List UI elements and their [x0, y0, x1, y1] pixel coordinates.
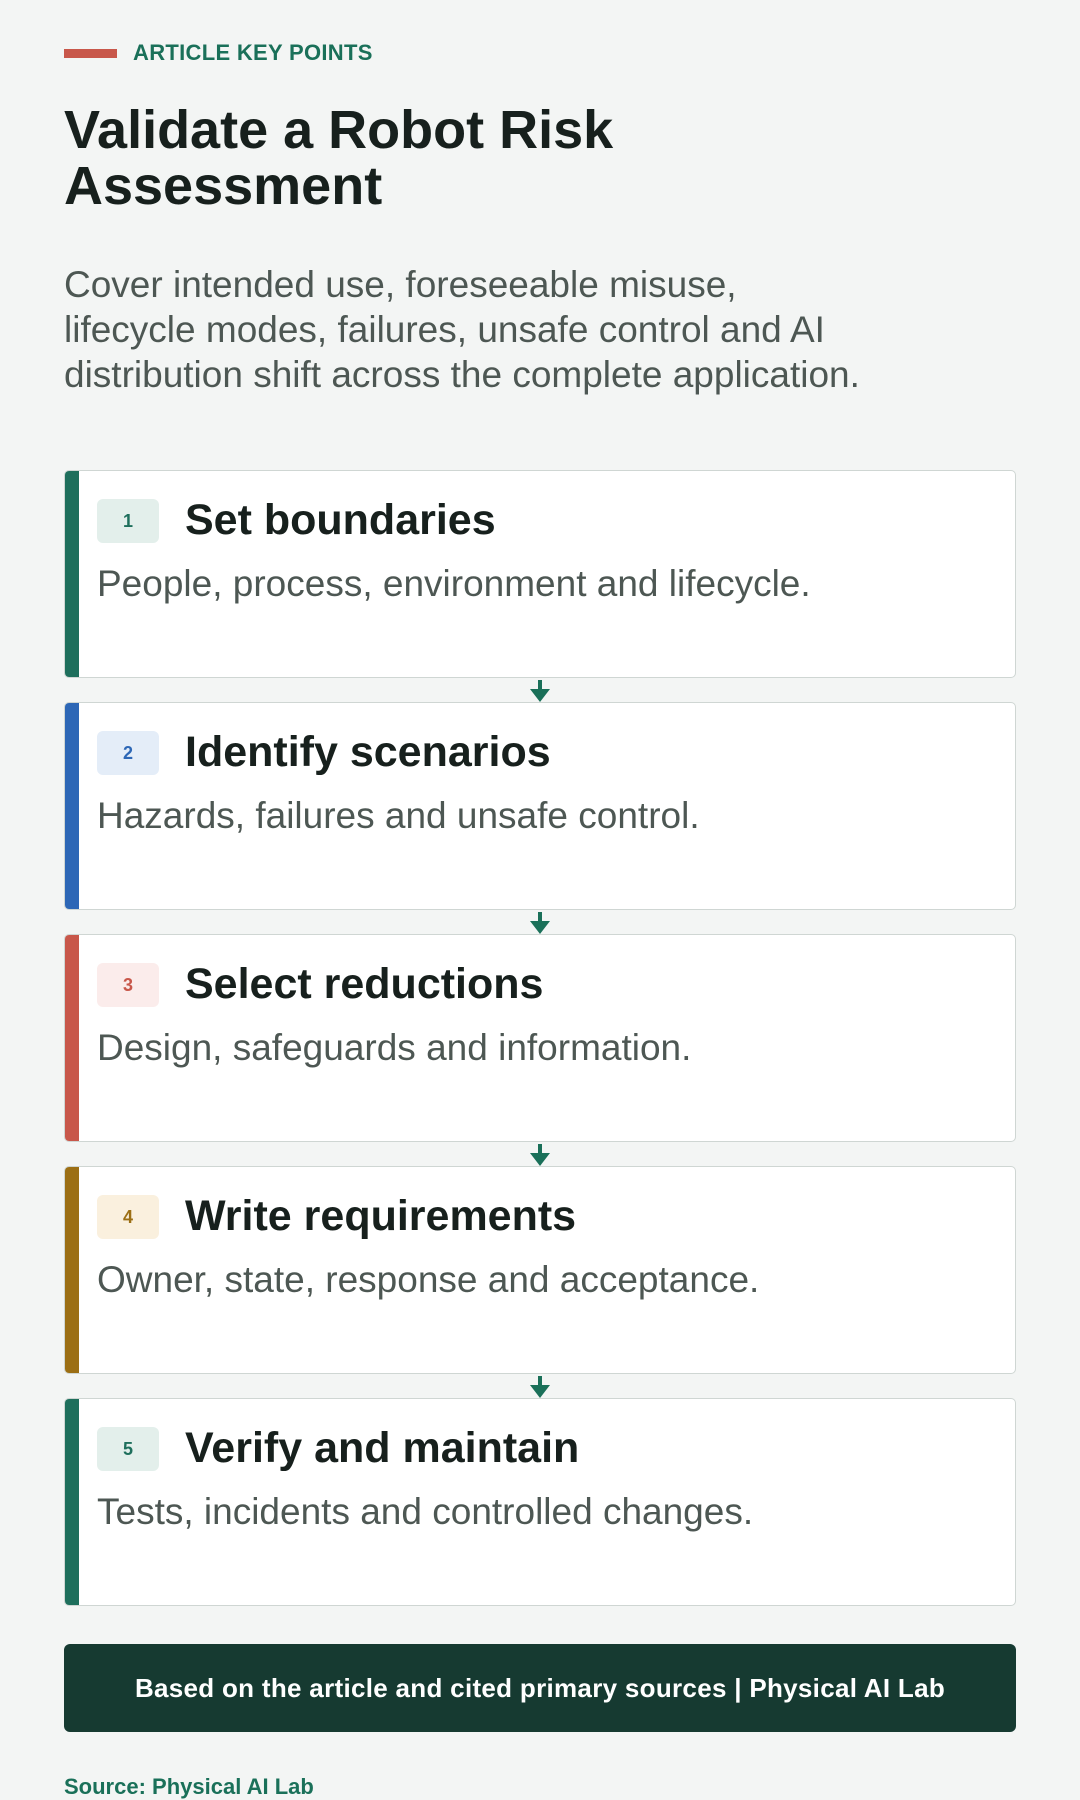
step-card-4: 4 Write requirements Owner, state, respo… [64, 1166, 1016, 1374]
step-number-badge: 4 [97, 1195, 159, 1239]
step-accent-bar [65, 703, 79, 909]
arrow-down-icon [530, 1144, 550, 1166]
kicker: ARTICLE KEY POINTS [64, 40, 373, 66]
step-accent-bar [65, 471, 79, 677]
step-number-badge: 5 [97, 1427, 159, 1471]
step-description: Tests, incidents and controlled changes. [97, 1491, 754, 1532]
footer-band: Based on the article and cited primary s… [64, 1644, 1016, 1732]
step-accent-bar [65, 1399, 79, 1605]
step-title: Select reductions [185, 960, 544, 1008]
step-title: Verify and maintain [185, 1424, 580, 1472]
step-card-2: 2 Identify scenarios Hazards, failures a… [64, 702, 1016, 910]
step-description: Owner, state, response and acceptance. [97, 1259, 760, 1300]
kicker-accent-bar [64, 48, 117, 58]
step-accent-bar [65, 1167, 79, 1373]
step-accent-bar [65, 935, 79, 1141]
step-card-3: 3 Select reductions Design, safeguards a… [64, 934, 1016, 1142]
page-title: Validate a Robot Risk Assessment [64, 100, 614, 216]
step-description: Design, safeguards and information. [97, 1027, 692, 1068]
arrow-down-icon [530, 680, 550, 702]
step-description: Hazards, failures and unsafe control. [97, 795, 700, 836]
step-number-badge: 1 [97, 499, 159, 543]
source-credit: Source: Physical AI Lab [64, 1774, 314, 1799]
kicker-label: ARTICLE KEY POINTS [133, 40, 373, 65]
step-number-badge: 2 [97, 731, 159, 775]
step-description: People, process, environment and lifecyc… [97, 563, 811, 604]
arrow-down-icon [530, 1376, 550, 1398]
arrow-down-icon [530, 912, 550, 934]
footer-band-text: Based on the article and cited primary s… [134, 1672, 946, 1703]
step-number-badge: 3 [97, 963, 159, 1007]
step-title: Identify scenarios [185, 728, 551, 776]
page-subtitle: Cover intended use, foreseeable misuse, … [64, 264, 860, 395]
step-title: Set boundaries [185, 496, 496, 544]
step-card-1: 1 Set boundaries People, process, enviro… [64, 470, 1016, 678]
step-card-5: 5 Verify and maintain Tests, incidents a… [64, 1398, 1016, 1606]
step-title: Write requirements [185, 1192, 577, 1240]
